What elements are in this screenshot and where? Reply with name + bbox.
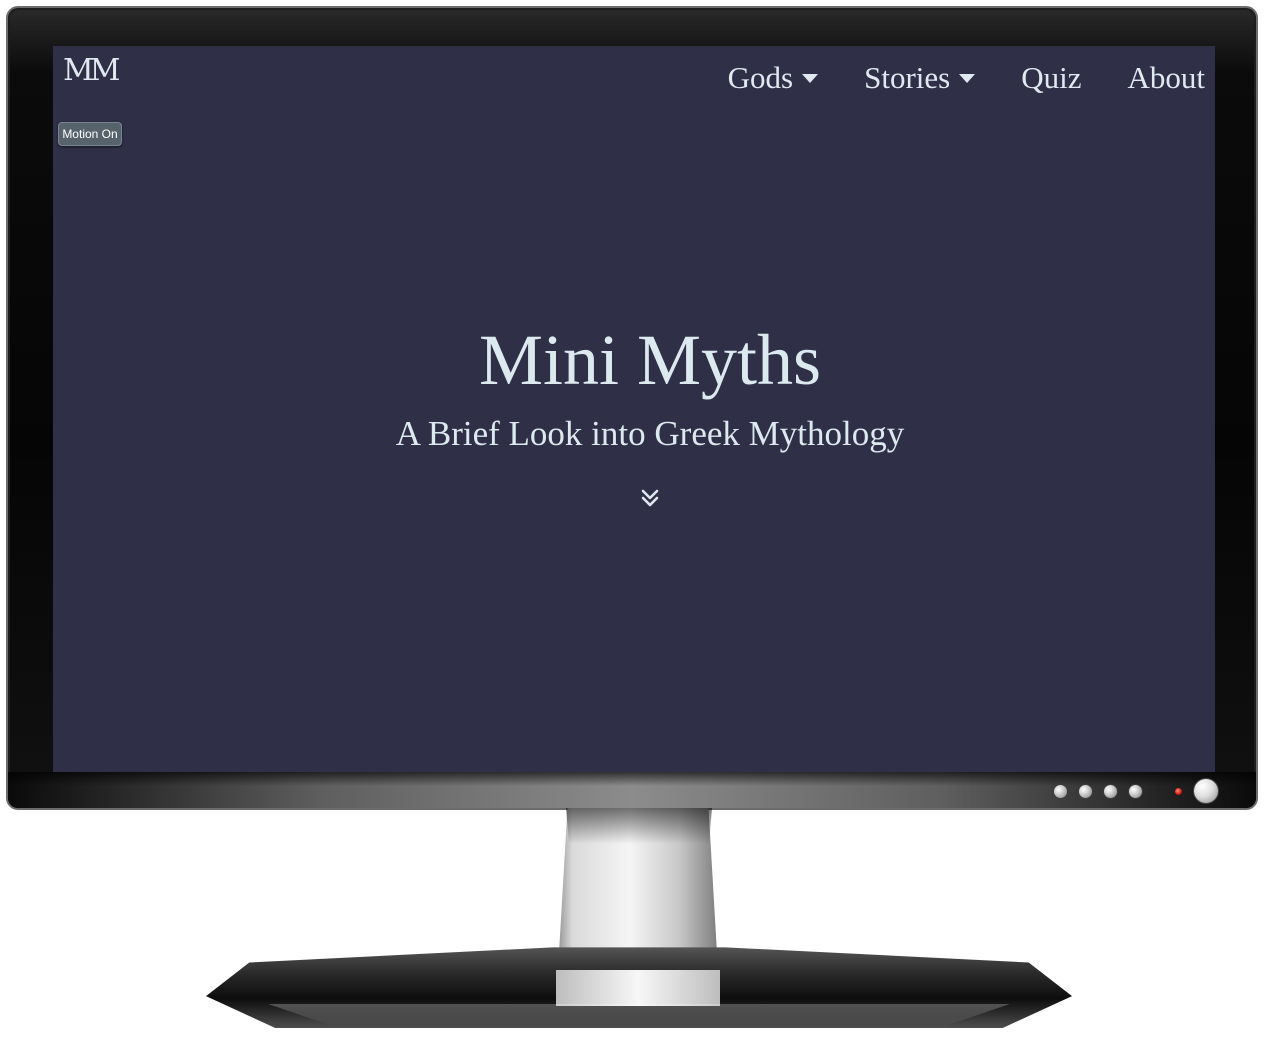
hero-title: Mini Myths <box>478 320 822 400</box>
monitor-stand-shadow <box>566 808 712 844</box>
nav-item-quiz[interactable]: Quiz <box>1021 60 1081 96</box>
site-logo[interactable]: MM <box>63 56 120 86</box>
monitor-button-icon <box>1079 784 1092 798</box>
main-nav: Gods Stories Quiz About <box>682 60 1205 96</box>
website-screen: MM Gods Stories Quiz About Motion On Min… <box>53 46 1215 772</box>
monitor-button-icon <box>1129 784 1142 798</box>
monitor-mockup: MM Gods Stories Quiz About Motion On Min… <box>0 0 1268 1048</box>
nav-item-label: Gods <box>727 60 794 95</box>
motion-toggle-button[interactable]: Motion On <box>58 122 122 146</box>
power-led-icon <box>1175 787 1182 795</box>
double-chevron-down-icon[interactable] <box>638 486 662 510</box>
monitor-stand-front <box>556 970 720 1006</box>
nav-item-stories[interactable]: Stories <box>864 60 976 96</box>
nav-item-label: Quiz <box>1021 60 1082 95</box>
monitor-button-icon <box>1104 784 1117 798</box>
power-button-icon <box>1194 779 1218 803</box>
caret-down-icon <box>959 73 976 83</box>
nav-item-label: Stories <box>864 60 951 95</box>
monitor-controls <box>1054 779 1224 803</box>
nav-item-label: About <box>1127 60 1206 95</box>
caret-down-icon <box>802 73 819 83</box>
nav-item-gods[interactable]: Gods <box>727 60 819 96</box>
monitor-stand-highlight <box>268 1004 1010 1026</box>
monitor-button-icon <box>1054 784 1067 798</box>
nav-item-about[interactable]: About <box>1128 60 1206 96</box>
hero-subtitle: A Brief Look into Greek Mythology <box>395 414 905 453</box>
